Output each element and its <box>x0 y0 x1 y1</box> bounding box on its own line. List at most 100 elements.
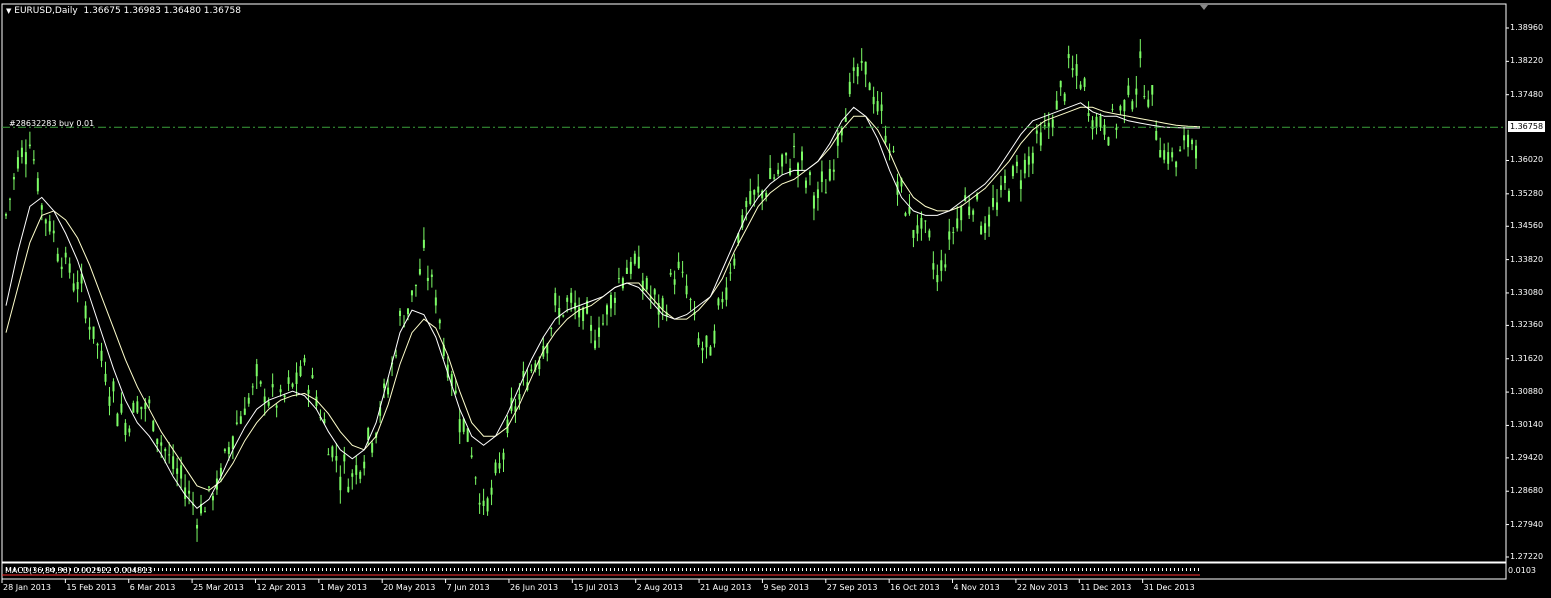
macd-bar <box>1050 568 1051 571</box>
macd-bar <box>534 568 535 571</box>
candle <box>542 336 545 360</box>
macd-bar <box>1118 568 1119 571</box>
macd-bar <box>850 568 851 571</box>
macd-bar <box>1014 568 1015 571</box>
candle <box>1115 123 1118 139</box>
macd-bar <box>898 568 899 571</box>
macd-bar <box>962 568 963 571</box>
time-axis-label: 4 Nov 2013 <box>953 583 1000 592</box>
macd-bar <box>830 568 831 571</box>
price-axis-label: 1.38220 <box>1510 56 1544 66</box>
macd-bar <box>890 568 891 571</box>
candle <box>952 227 955 245</box>
macd-bar <box>810 568 811 571</box>
candle <box>20 140 23 164</box>
candle <box>633 250 636 266</box>
macd-bar <box>166 568 167 571</box>
macd-bar <box>254 568 255 571</box>
macd-bar <box>1066 568 1067 571</box>
macd-bar <box>1078 568 1079 571</box>
macd-bar <box>590 568 591 571</box>
macd-bar <box>942 568 943 571</box>
candle <box>1099 113 1102 131</box>
macd-bar <box>274 568 275 571</box>
candle <box>725 277 728 307</box>
macd-bar <box>854 568 855 571</box>
macd-bar <box>194 568 195 571</box>
macd-bar <box>954 568 955 571</box>
candle <box>586 297 589 315</box>
macd-bar <box>834 568 835 571</box>
macd-bar <box>442 568 443 571</box>
macd-bar <box>1018 568 1019 571</box>
candle <box>713 324 716 348</box>
candle <box>1179 146 1182 152</box>
macd-bar <box>798 568 799 571</box>
price-axis-label: 1.34560 <box>1510 221 1544 231</box>
candle <box>721 291 724 309</box>
macd-bar <box>938 568 939 571</box>
macd-bar <box>270 568 271 571</box>
price-chart[interactable] <box>0 0 1551 598</box>
macd-bar <box>1094 568 1095 571</box>
candle <box>765 190 768 202</box>
time-axis-label: 25 Mar 2013 <box>193 583 244 592</box>
candle <box>872 86 875 114</box>
candle <box>399 308 402 326</box>
macd-bar <box>418 568 419 571</box>
candle <box>84 301 87 324</box>
macd-bar <box>462 568 463 571</box>
time-axis-label: 15 Feb 2013 <box>66 583 117 592</box>
candle <box>259 380 262 387</box>
macd-bar <box>718 568 719 571</box>
candle <box>1183 126 1186 150</box>
candle <box>709 345 712 356</box>
candle <box>116 412 119 427</box>
candle <box>68 257 71 279</box>
macd-bar <box>734 568 735 571</box>
macd-bar <box>970 568 971 571</box>
macd-bar <box>1198 568 1199 571</box>
macd-bar <box>262 568 263 571</box>
chart-window[interactable]: ▼ EURUSD,Daily 1.36675 1.36983 1.36480 1… <box>0 0 1551 598</box>
macd-bar <box>178 568 179 571</box>
candle <box>669 268 672 277</box>
candle <box>578 297 581 327</box>
macd-bar <box>826 568 827 571</box>
candle <box>801 146 803 171</box>
candle <box>299 360 302 378</box>
candle <box>140 406 143 420</box>
candle <box>1135 75 1138 108</box>
chart-dropdown-icon[interactable]: ▼ <box>6 7 11 15</box>
candle <box>1127 77 1130 98</box>
candle <box>482 488 485 516</box>
macd-bar <box>1194 568 1195 571</box>
macd-bar <box>986 568 987 571</box>
macd-bar <box>958 568 959 571</box>
macd-bar <box>298 568 299 571</box>
candle <box>446 356 449 381</box>
price-axis-label: 1.32360 <box>1510 320 1544 330</box>
macd-bar <box>794 568 795 571</box>
macd-bar <box>842 568 843 571</box>
macd-bar <box>306 568 307 571</box>
candle <box>605 303 608 326</box>
macd-bar <box>934 568 935 571</box>
macd-bar <box>1086 568 1087 571</box>
order-line-label[interactable]: #28632283 buy 0.01 <box>9 118 94 129</box>
macd-bar <box>982 568 983 571</box>
macd-bar <box>346 568 347 571</box>
macd-bar <box>770 568 771 571</box>
macd-bar <box>1030 568 1031 571</box>
price-axis-label: 1.29420 <box>1510 452 1544 462</box>
candle <box>864 61 867 88</box>
macd-bar <box>566 568 567 571</box>
candle <box>554 287 557 313</box>
candle <box>247 393 250 407</box>
candle <box>781 153 784 176</box>
candle <box>689 297 692 311</box>
time-axis-label: 31 Dec 2013 <box>1143 583 1195 592</box>
chart-shift-marker-icon[interactable] <box>1200 5 1208 10</box>
candle <box>956 206 959 232</box>
macd-bar <box>1134 568 1135 571</box>
